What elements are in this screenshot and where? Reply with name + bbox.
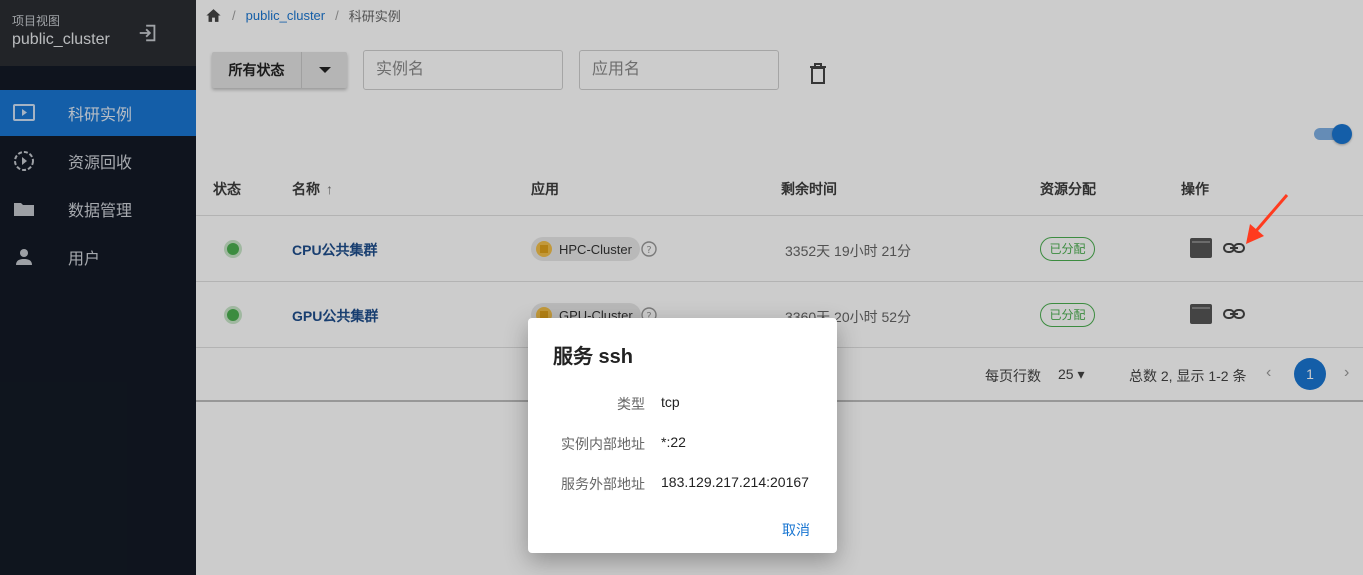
dialog-title: 服务 ssh	[553, 346, 634, 368]
field-value-internal-address: *:22	[661, 434, 686, 450]
field-value-type: tcp	[661, 394, 680, 410]
field-value-external-address: 183.129.217.214:20167	[661, 474, 809, 490]
annotation-arrow-icon	[1246, 194, 1289, 244]
service-dialog: 服务 ssh 类型 tcp 实例内部地址 *:22 服务外部地址 183.129…	[528, 318, 837, 553]
cancel-button[interactable]: 取消	[782, 520, 810, 540]
field-label-external-address: 服务外部地址	[561, 476, 645, 492]
field-label-type: 类型	[617, 396, 645, 412]
field-label-internal-address: 实例内部地址	[561, 436, 645, 452]
